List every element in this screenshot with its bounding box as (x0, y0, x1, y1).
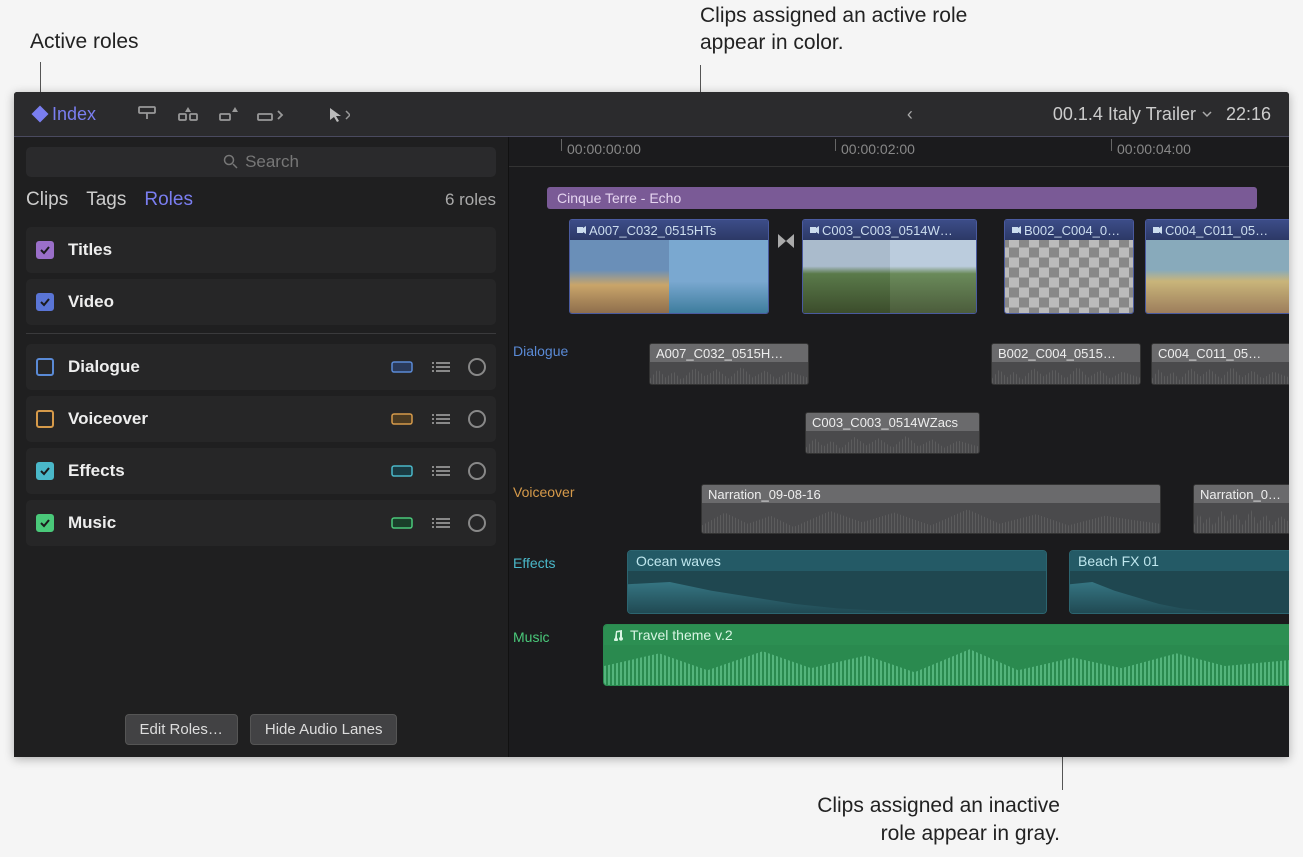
role-row-video[interactable]: Video (26, 279, 496, 325)
search-input[interactable]: Search (26, 147, 496, 177)
timeline-ruler[interactable]: 00:00:00:00 00:00:02:00 00:00:04:00 (509, 137, 1289, 167)
lane-list-button[interactable] (428, 461, 456, 481)
role-row-dialogue[interactable]: Dialogue (26, 344, 496, 390)
annotation-inactive-gray2: role appear in gray. (700, 820, 1060, 847)
project-title[interactable]: 00.1.4 Italy Trailer (1053, 104, 1212, 125)
time-display: 22:16 (1226, 104, 1271, 125)
video-clip[interactable]: B002_C004_0… (1004, 219, 1134, 314)
audio-clip-effects[interactable]: Beach FX 01 (1069, 550, 1289, 614)
solo-button[interactable] (468, 462, 486, 480)
role-checkbox-effects[interactable] (36, 462, 54, 480)
role-label: Dialogue (68, 357, 140, 377)
lane-focus-button[interactable] (388, 513, 416, 533)
video-icon (1011, 225, 1021, 235)
diamond-icon (32, 106, 49, 123)
lane-list-button[interactable] (428, 409, 456, 429)
audio-clip-dialogue[interactable]: B002_C004_0515… (991, 343, 1141, 385)
role-row-voiceover[interactable]: Voiceover (26, 396, 496, 442)
index-label: Index (52, 104, 96, 125)
index-button[interactable]: Index (22, 100, 108, 129)
role-checkbox-titles[interactable] (36, 241, 54, 259)
role-checkbox-music[interactable] (36, 514, 54, 532)
toolbar: Index ‹ 00.1.4 Italy Trailer 22:16 (14, 92, 1289, 137)
audio-clip-music[interactable]: Travel theme v.2 (603, 624, 1289, 686)
role-checkbox-voiceover[interactable] (36, 410, 54, 428)
overwrite-clip-button[interactable] (251, 100, 289, 128)
video-icon (1152, 225, 1162, 235)
arrow-tool-button[interactable] (319, 100, 357, 128)
video-clip[interactable]: A007_C032_0515HTs (569, 219, 769, 314)
audio-clip-dialogue[interactable]: C003_C003_0514WZacs (805, 412, 980, 454)
role-checkbox-video[interactable] (36, 293, 54, 311)
app-window: Index ‹ 00.1.4 Italy Trailer 22:16 Searc… (14, 92, 1289, 757)
tab-tags[interactable]: Tags (86, 189, 126, 211)
annotation-active-roles: Active roles (30, 28, 139, 55)
annotation-inactive-gray1: Clips assigned an inactive (700, 792, 1060, 819)
append-clip-button[interactable] (210, 100, 248, 128)
lane-focus-button[interactable] (388, 357, 416, 377)
lane-focus-button[interactable] (388, 409, 416, 429)
tab-roles[interactable]: Roles (144, 189, 193, 211)
video-icon (576, 225, 586, 235)
role-label: Effects (68, 461, 125, 481)
role-list: Titles Video Dialogue (14, 223, 508, 702)
music-icon (612, 629, 624, 641)
lane-label-dialogue: Dialogue (513, 343, 568, 359)
insert-clip-button[interactable] (169, 100, 207, 128)
lane-list-button[interactable] (428, 513, 456, 533)
role-checkbox-dialogue[interactable] (36, 358, 54, 376)
chevron-down-icon (1202, 109, 1212, 119)
audio-clip-effects[interactable]: Ocean waves (627, 550, 1047, 614)
video-clip[interactable]: C003_C003_0514W… (802, 219, 977, 314)
audio-clip-dialogue[interactable]: C004_C011_05… (1151, 343, 1289, 385)
role-row-effects[interactable]: Effects (26, 448, 496, 494)
role-label: Music (68, 513, 116, 533)
sidebar-footer: Edit Roles… Hide Audio Lanes (14, 702, 508, 757)
index-sidebar: Search Clips Tags Roles 6 roles Titles V… (14, 137, 509, 757)
role-label: Voiceover (68, 409, 148, 429)
timeline[interactable]: 00:00:00:00 00:00:02:00 00:00:04:00 Cinq… (509, 137, 1289, 757)
role-row-music[interactable]: Music (26, 500, 496, 546)
video-icon (809, 225, 819, 235)
role-label: Video (68, 292, 114, 312)
lane-focus-button[interactable] (388, 461, 416, 481)
transition-icon[interactable] (774, 229, 798, 253)
audio-clip-voiceover[interactable]: Narration_0… (1193, 484, 1289, 534)
lane-list-button[interactable] (428, 357, 456, 377)
solo-button[interactable] (468, 514, 486, 532)
lane-label-voiceover: Voiceover (513, 484, 574, 500)
title-clip[interactable]: Cinque Terre - Echo (547, 187, 1257, 209)
solo-button[interactable] (468, 358, 486, 376)
video-clip[interactable]: C004_C011_05… (1145, 219, 1289, 314)
hide-audio-lanes-button[interactable]: Hide Audio Lanes (250, 714, 398, 745)
index-tabs: Clips Tags Roles 6 roles (14, 183, 508, 223)
audio-clip-voiceover[interactable]: Narration_09-08-16 (701, 484, 1161, 534)
role-row-titles[interactable]: Titles (26, 227, 496, 273)
role-label: Titles (68, 240, 112, 260)
solo-button[interactable] (468, 410, 486, 428)
connect-clip-button[interactable] (128, 100, 166, 128)
role-count: 6 roles (445, 190, 496, 210)
lane-label-music: Music (513, 629, 550, 645)
nav-back-button[interactable]: ‹ (907, 104, 913, 125)
edit-roles-button[interactable]: Edit Roles… (125, 714, 238, 745)
search-icon (223, 154, 239, 170)
tab-clips[interactable]: Clips (26, 189, 68, 211)
annotation-active-color: Clips assigned an active role appear in … (700, 2, 1020, 57)
audio-clip-dialogue[interactable]: A007_C032_0515H… (649, 343, 809, 385)
lane-label-effects: Effects (513, 555, 556, 571)
